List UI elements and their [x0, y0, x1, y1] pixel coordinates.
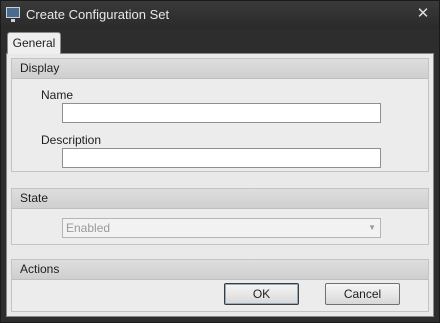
- dialog-client-area: General Display Name Description State E…: [4, 29, 436, 320]
- dialog-window: Create Configuration Set ✕ General Displ…: [0, 0, 440, 323]
- description-input[interactable]: [62, 148, 381, 168]
- actions-section-header: Actions: [12, 260, 428, 280]
- state-dropdown[interactable]: Enabled ▼: [62, 218, 381, 238]
- close-icon[interactable]: ✕: [413, 5, 433, 23]
- chevron-down-icon: ▼: [368, 223, 376, 232]
- state-section-header: State: [12, 189, 428, 209]
- display-section: Display Name Description: [11, 58, 429, 172]
- window-title: Create Configuration Set: [26, 7, 170, 22]
- ok-button[interactable]: OK: [224, 283, 299, 305]
- monitor-icon: [6, 7, 20, 22]
- state-section: State Enabled ▼: [11, 188, 429, 245]
- state-dropdown-value: Enabled: [66, 221, 111, 235]
- display-section-header: Display: [12, 59, 428, 79]
- tab-page-general: Display Name Description State Enabled ▼…: [6, 53, 434, 317]
- title-bar[interactable]: Create Configuration Set ✕: [1, 1, 439, 29]
- name-input[interactable]: [62, 103, 381, 123]
- tab-general[interactable]: General: [7, 32, 61, 54]
- description-label: Description: [41, 133, 102, 147]
- name-label: Name: [41, 88, 74, 102]
- actions-section: Actions OK Cancel: [11, 259, 429, 312]
- cancel-button[interactable]: Cancel: [325, 283, 400, 305]
